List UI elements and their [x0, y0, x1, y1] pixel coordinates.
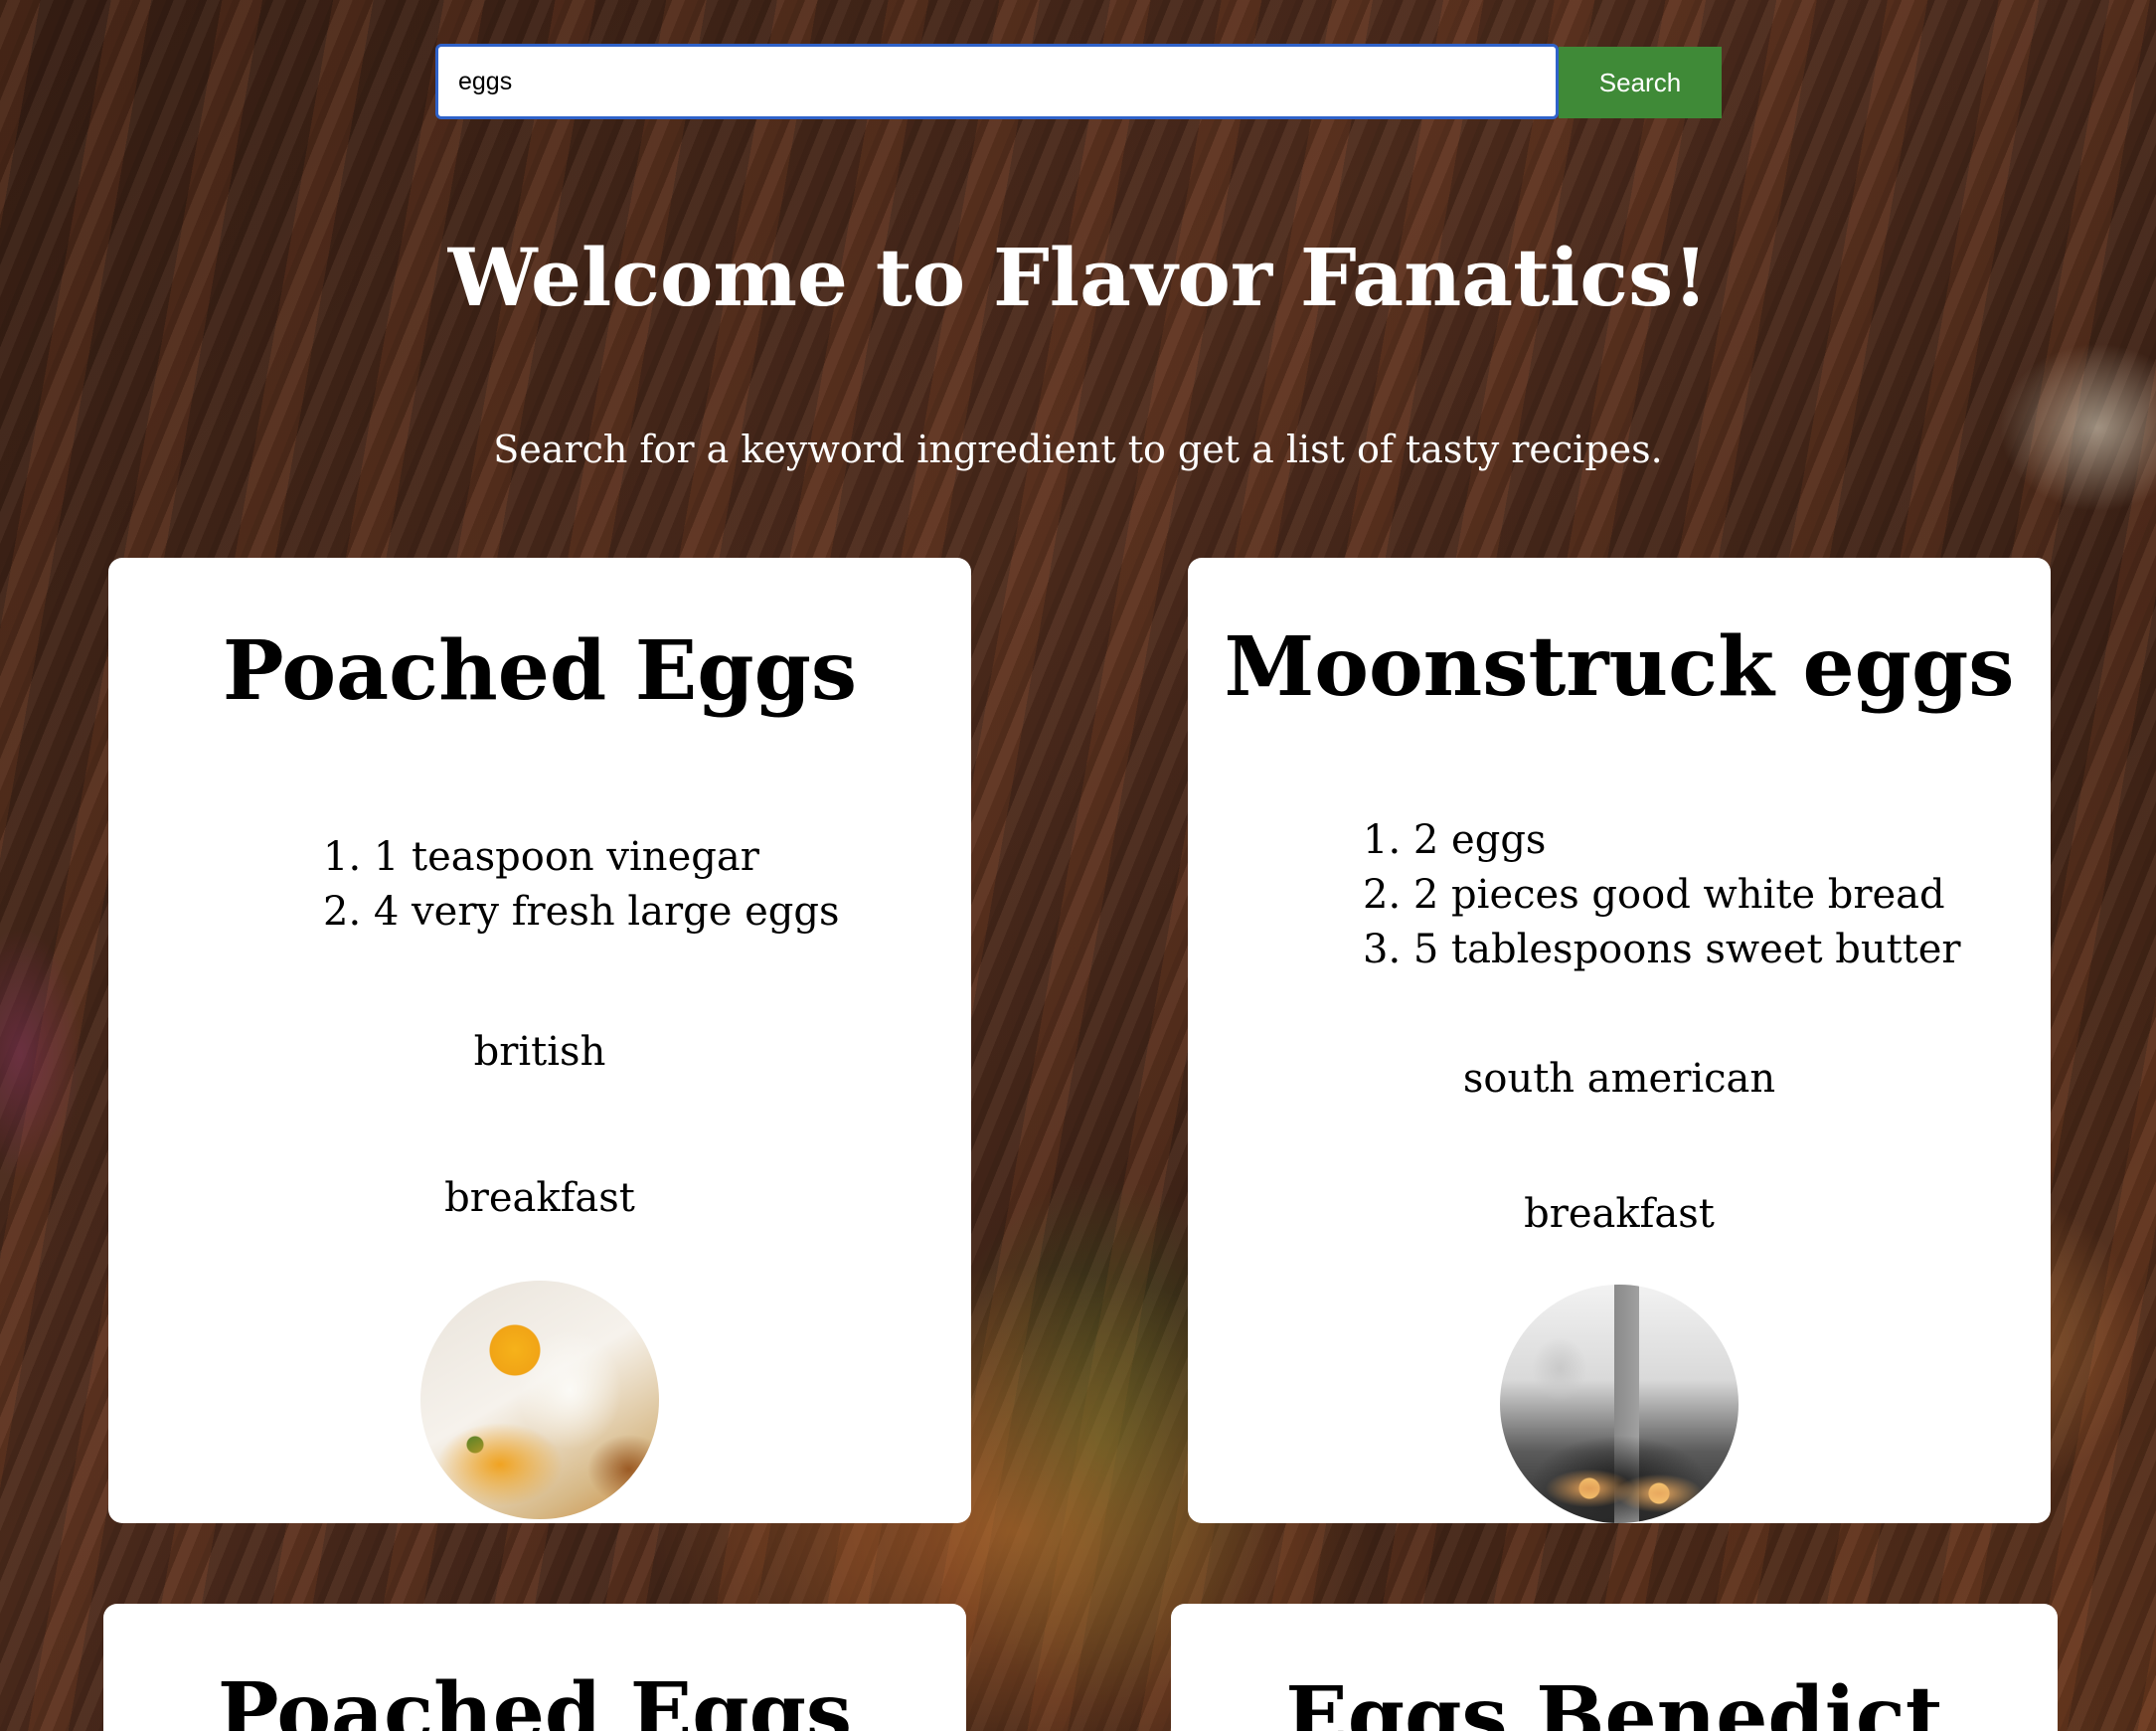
recipe-title: Poached Eggs — [217, 1665, 853, 1731]
recipe-cuisine: british — [473, 1029, 606, 1075]
recipe-card-moonstruck-eggs[interactable]: Moonstruck eggs 1. 2 eggs 2. 2 pieces go… — [1188, 558, 2051, 1523]
recipe-card-eggs-benedict[interactable]: Eggs Benedict — [1171, 1604, 2058, 1731]
ingredient-item: 2. 4 very fresh large eggs — [323, 889, 840, 935]
page: { "search": { "value": "eggs", "button_l… — [0, 0, 2156, 1731]
ingredient-item: 2. 2 pieces good white bread — [1363, 872, 1945, 918]
page-subtitle: Search for a keyword ingredient to get a… — [493, 428, 1663, 471]
recipe-card-poached-eggs[interactable]: Poached Eggs 1. 1 teaspoon vinegar 2. 4 … — [108, 558, 971, 1523]
recipe-cuisine: south american — [1462, 1056, 1776, 1102]
recipe-meal-type: breakfast — [444, 1175, 635, 1221]
ingredient-item: 1. 2 eggs — [1363, 817, 1547, 863]
recipe-image[interactable] — [420, 1281, 659, 1519]
recipe-meal-type: breakfast — [1524, 1191, 1715, 1237]
search-input[interactable] — [435, 44, 1559, 119]
ingredient-item: 1. 1 teaspoon vinegar — [323, 834, 759, 880]
recipe-card-poached-eggs-2[interactable]: Poached Eggs — [103, 1604, 966, 1731]
recipe-title: Poached Eggs — [222, 623, 858, 719]
page-title: Welcome to Flavor Fanatics! — [447, 231, 1709, 324]
ingredient-item: 3. 5 tablespoons sweet butter — [1363, 927, 1961, 972]
recipe-title: Eggs Benedict — [1285, 1669, 1943, 1731]
ingredient-list: 1. 1 teaspoon vinegar 2. 4 very fresh la… — [323, 830, 840, 940]
recipe-title: Moonstruck eggs — [1224, 619, 2015, 715]
search-bar: Search — [435, 44, 1722, 119]
recipe-image[interactable] — [1500, 1285, 1739, 1523]
search-button[interactable]: Search — [1559, 47, 1722, 118]
ingredient-list: 1. 2 eggs 2. 2 pieces good white bread 3… — [1363, 813, 1961, 977]
